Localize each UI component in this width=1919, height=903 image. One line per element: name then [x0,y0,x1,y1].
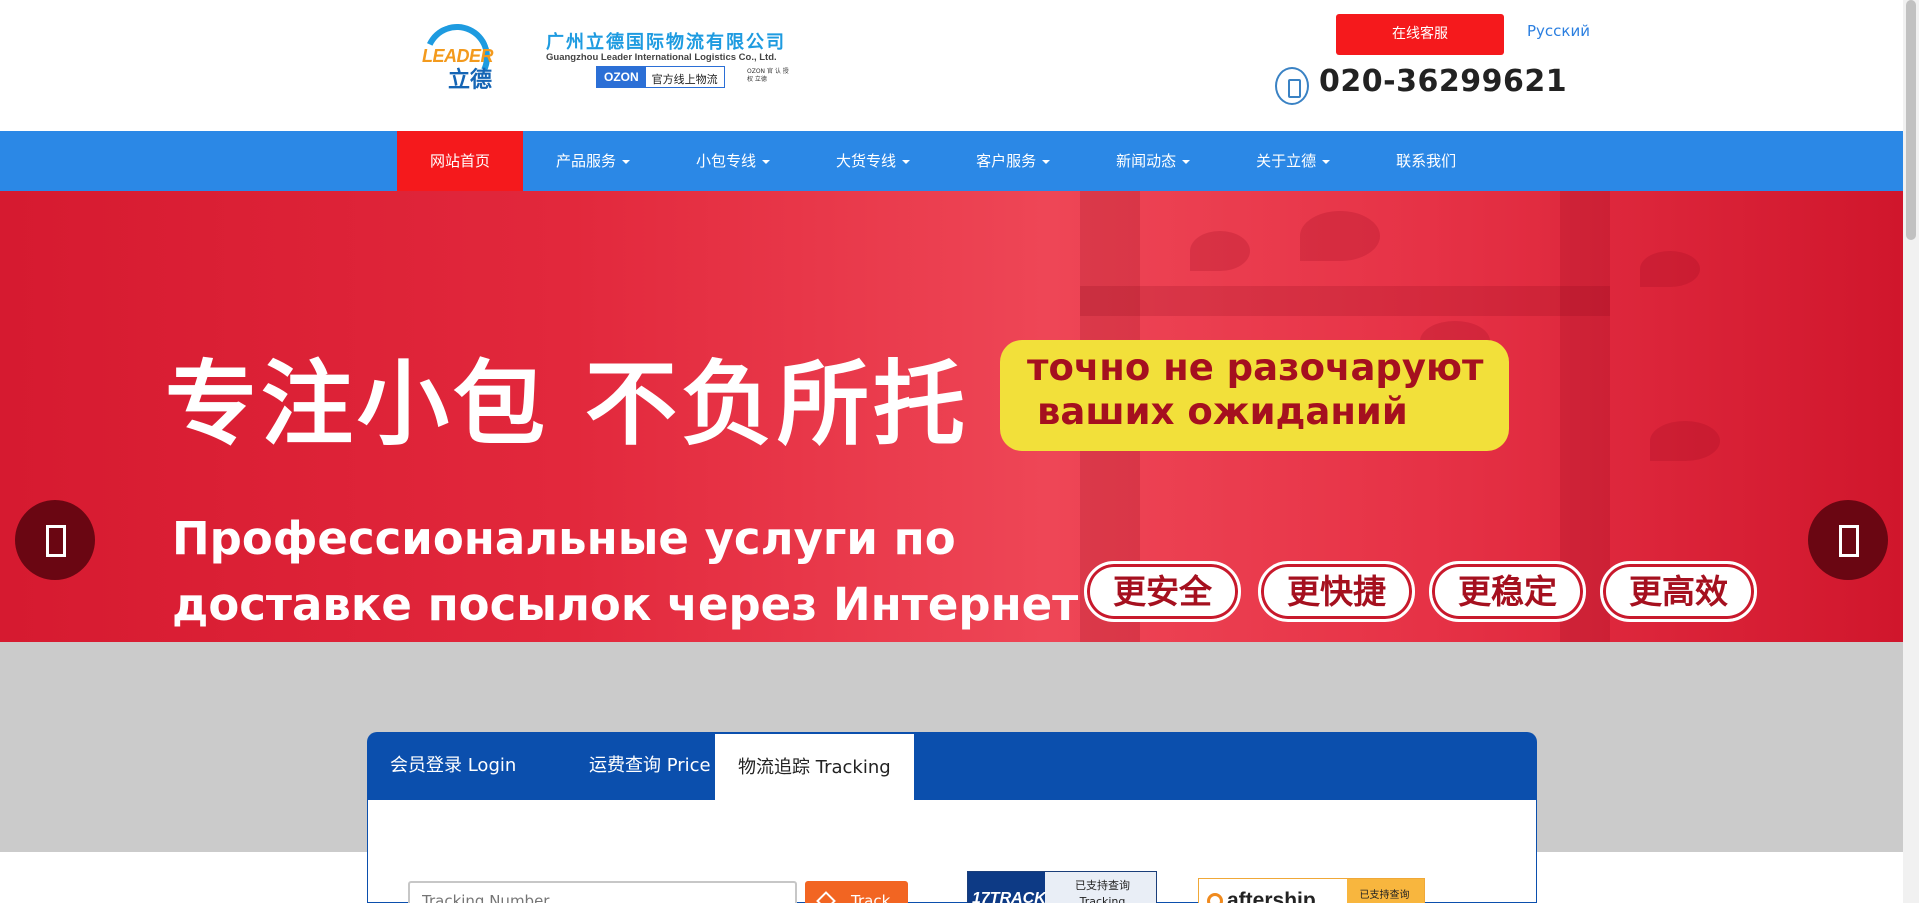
tab-price[interactable]: 运费查询 Price [566,732,734,800]
nav-items: 网站首页 产品服务 小包专线 大货专线 客户服务 新闻动态 关于立德 联系我们 [397,131,1489,191]
nav-item-label: 产品服务 [556,152,617,170]
17track-line1: 已支持查询 [1075,879,1130,892]
nav-item-customer-service[interactable]: 客户服务 [943,131,1083,191]
feature-badge-faster: 更快捷 [1258,561,1415,622]
package-icon [816,891,836,903]
nav-item-label: 联系我们 [1396,152,1457,170]
feature-badge-safer: 更安全 [1084,561,1241,622]
partner-17track-badge[interactable]: 17TRACK 已支持查询 Tracking Supported [967,871,1157,903]
chevron-right-icon [1839,525,1859,557]
17track-info: 已支持查询 Tracking Supported [1045,872,1156,903]
leader-logo-mark: LEADER 立德 [398,14,508,100]
banner-subtitle-line2: доставке посылок через Интернет [172,578,1079,631]
nav-item-contact[interactable]: 联系我们 [1363,131,1489,191]
nav-item-label: 新闻动态 [1116,152,1177,170]
nav-item-news[interactable]: 新闻动态 [1083,131,1223,191]
banner-pill-line1: точно не разочаруют [1027,346,1484,389]
aftership-info: 已支持查询 [1347,879,1424,903]
scrollbar-thumb[interactable] [1906,0,1916,240]
ozon-label: OZON [597,67,646,87]
tab-login[interactable]: 会员登录 Login [367,732,539,800]
caret-down-icon [1322,159,1331,164]
main-nav: 网站首页 产品服务 小包专线 大货专线 客户服务 新闻动态 关于立德 联系我们 [0,131,1903,191]
banner-pill-text: точно не разочаруют ваших ожиданий [1027,346,1483,434]
caret-down-icon [1042,159,1051,164]
language-link-russian[interactable]: Русский [1527,22,1590,40]
logo-lide-text: 立德 [448,68,493,93]
ozon-official-badge: OZON 官方线上物流 [596,66,725,88]
partner-aftership-badge[interactable]: aftership 已支持查询 [1198,878,1425,903]
company-name-en: Guangzhou Leader International Logistics… [546,52,777,63]
nav-item-label: 关于立德 [1256,152,1317,170]
aftership-logo: aftership [1199,879,1347,903]
company-name-cn: 广州立德国际物流有限公司 [546,32,786,53]
company-logo[interactable]: LEADER 立德 广州立德国际物流有限公司 Guangzhou Leader … [398,14,793,100]
aftership-logo-text: aftership [1227,889,1316,903]
feature-badge-efficient: 更高效 [1600,561,1757,622]
phone-number: 020-36299621 [1319,64,1568,99]
caret-down-icon [762,159,771,164]
17track-logo: 17TRACK [968,872,1046,903]
nav-item-about[interactable]: 关于立德 [1223,131,1363,191]
nav-item-products[interactable]: 产品服务 [523,131,663,191]
nav-item-label: 小包专线 [696,152,757,170]
banner-subtitle: Профессиональные услуги по доставке посы… [172,506,1078,638]
nav-item-home[interactable]: 网站首页 [397,131,524,191]
query-tab-bar: 会员登录 Login 运费查询 Price 物流追踪 Tracking [367,732,1537,800]
tracking-number-input[interactable] [408,881,797,903]
carousel-next-button[interactable] [1808,500,1888,580]
caret-down-icon [902,159,911,164]
nav-item-bulk-cargo[interactable]: 大货专线 [803,131,943,191]
ozon-authorized-mark: OZON 官 认 授权 立德 [747,68,789,83]
chevron-left-icon [46,525,66,557]
phone-icon [1275,67,1309,105]
caret-down-icon [1182,159,1191,164]
caret-down-icon [622,159,631,164]
online-service-button[interactable]: 在线客服 [1336,14,1504,55]
track-button[interactable]: Track [805,881,908,903]
nav-item-label: 大货专线 [836,152,897,170]
site-header: LEADER 立德 广州立德国际物流有限公司 Guangzhou Leader … [0,0,1903,131]
carousel-prev-button[interactable] [15,500,95,580]
ozon-official-text: 官方线上物流 [645,67,724,87]
aftership-ring-icon [1207,893,1223,903]
17track-line2: Tracking Supported [1079,895,1126,903]
track-button-label: Track [851,892,891,903]
nav-item-label: 网站首页 [430,152,491,170]
banner-title-cn: 专注小包 不负所托 [165,351,970,458]
nav-item-small-parcel[interactable]: 小包专线 [663,131,803,191]
tab-tracking[interactable]: 物流追踪 Tracking [715,734,914,800]
banner-subtitle-line1: Профессиональные услуги по [172,512,956,565]
nav-item-label: 客户服务 [976,152,1037,170]
feature-badge-stable: 更稳定 [1429,561,1586,622]
banner-pill-line2: ваших ожиданий [1037,390,1408,433]
